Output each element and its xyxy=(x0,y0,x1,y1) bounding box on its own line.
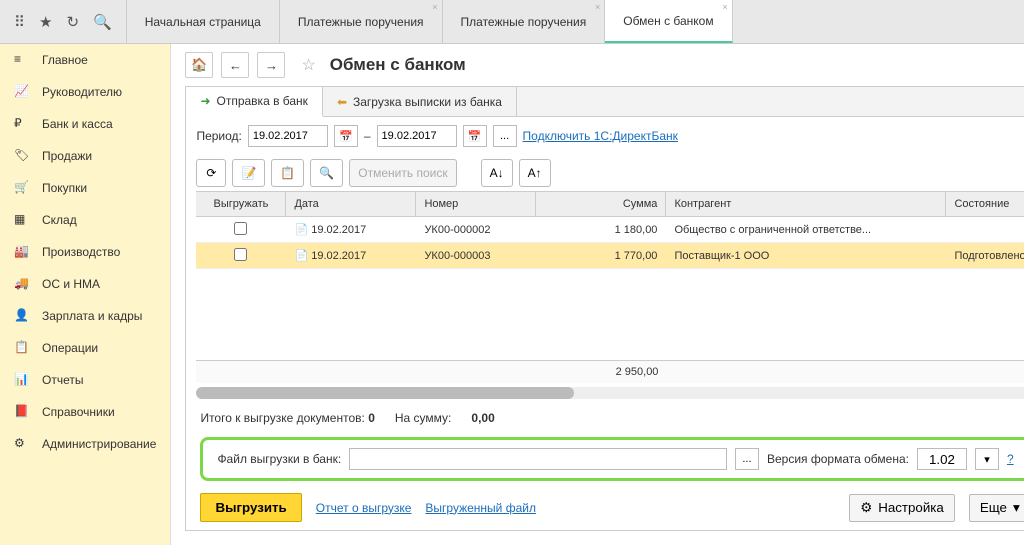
favorite-icon[interactable]: ☆ xyxy=(301,55,315,75)
edit-button[interactable]: 📝 xyxy=(232,159,265,187)
file-browse-button[interactable]: ... xyxy=(735,448,759,470)
period-picker-button[interactable]: ... xyxy=(493,125,517,147)
chart-icon: 📈 xyxy=(14,84,30,100)
more-button[interactable]: Еще ▾ xyxy=(969,494,1024,522)
gear-icon: ⚙ xyxy=(14,436,30,452)
top-bar: ⠿ ★ ↻ 🔍 Начальная страница Платежные пор… xyxy=(0,0,1024,44)
search-icon[interactable]: 🔍 xyxy=(93,13,112,31)
format-dropdown-button[interactable]: ▾ xyxy=(975,448,999,470)
report-icon: 📊 xyxy=(14,372,30,388)
col-agent[interactable]: Контрагент xyxy=(666,192,946,216)
history-icon[interactable]: ↻ xyxy=(66,13,79,31)
col-sum[interactable]: Сумма xyxy=(536,192,666,216)
sidebar-item-main[interactable]: ≡Главное xyxy=(0,44,170,76)
cart-icon: 🛒 xyxy=(14,180,30,196)
sidebar-item-production[interactable]: 🏭Производство xyxy=(0,236,170,268)
sidebar-item-manager[interactable]: 📈Руководителю xyxy=(0,76,170,108)
help-link[interactable]: ? xyxy=(1007,452,1014,466)
person-icon: 👤 xyxy=(14,308,30,324)
sidebar-item-sales[interactable]: 🏷Продажи xyxy=(0,140,170,172)
close-icon[interactable]: × xyxy=(595,2,600,12)
file-label: Файл выгрузки в банк: xyxy=(217,452,341,466)
factory-icon: 🏭 xyxy=(14,244,30,260)
apps-icon[interactable]: ⠿ xyxy=(14,13,25,31)
sidebar-item-admin[interactable]: ⚙Администрирование xyxy=(0,428,170,460)
file-path-input[interactable] xyxy=(349,448,727,470)
menu-icon: ≡ xyxy=(14,52,30,68)
subtab-load[interactable]: ⬅Загрузка выписки из банка xyxy=(323,87,517,116)
file-export-row: Файл выгрузки в банк: ... Версия формата… xyxy=(200,437,1024,481)
top-tabs: Начальная страница Платежные поручения× … xyxy=(126,0,733,43)
calendar-from-button[interactable]: 📅 xyxy=(334,125,358,147)
tab-payments-1[interactable]: Платежные поручения× xyxy=(280,0,443,43)
sidebar-item-warehouse[interactable]: ▦Склад xyxy=(0,204,170,236)
boxes-icon: ▦ xyxy=(14,212,30,228)
copy-button[interactable]: 📋 xyxy=(271,159,304,187)
grid-total: 2 950,00 xyxy=(536,361,666,383)
refresh-button[interactable]: ⟳ xyxy=(196,159,226,187)
col-export[interactable]: Выгружать xyxy=(196,192,286,216)
data-grid: Выгружать Дата Номер Сумма Контрагент Со… xyxy=(196,191,1024,383)
horizontal-scrollbar[interactable] xyxy=(196,387,1024,399)
calendar-to-button[interactable]: 📅 xyxy=(463,125,487,147)
find-button[interactable]: 🔍 xyxy=(310,159,343,187)
settings-button[interactable]: ⚙Настройка xyxy=(849,494,955,522)
home-button[interactable]: 🏠 xyxy=(185,52,213,78)
tab-bank-exchange[interactable]: Обмен с банком× xyxy=(605,0,732,43)
row-checkbox[interactable] xyxy=(234,248,247,261)
tab-payments-2[interactable]: Платежные поручения× xyxy=(443,0,606,43)
star-icon[interactable]: ★ xyxy=(39,13,52,31)
cancel-search-button[interactable]: Отменить поиск xyxy=(349,159,456,187)
table-row[interactable]: 📄 19.02.2017 УК00-000002 1 180,00 Общест… xyxy=(196,217,1024,243)
row-checkbox[interactable] xyxy=(234,222,247,235)
sidebar-item-reports[interactable]: 📊Отчеты xyxy=(0,364,170,396)
page-title: Обмен с банком xyxy=(330,55,466,75)
col-date[interactable]: Дата xyxy=(286,192,416,216)
forward-button[interactable]: → xyxy=(257,52,285,78)
sidebar: ≡Главное 📈Руководителю ₽Банк и касса 🏷Пр… xyxy=(0,44,171,545)
tab-home[interactable]: Начальная страница xyxy=(126,0,280,43)
back-button[interactable]: ← xyxy=(221,52,249,78)
direct-bank-link[interactable]: Подключить 1С:ДиректБанк xyxy=(523,129,678,143)
truck-icon: 🚚 xyxy=(14,276,30,292)
arrow-right-icon: ➜ xyxy=(200,94,210,108)
gear-icon: ⚙ xyxy=(860,500,872,516)
format-version-input[interactable] xyxy=(917,448,967,470)
period-label: Период: xyxy=(196,129,241,143)
ruble-icon: ₽ xyxy=(14,116,30,132)
sidebar-item-bank[interactable]: ₽Банк и касса xyxy=(0,108,170,140)
export-button[interactable]: Выгрузить xyxy=(200,493,301,522)
sort-asc-button[interactable]: A↓ xyxy=(481,159,513,187)
close-icon[interactable]: × xyxy=(722,2,727,12)
sidebar-item-assets[interactable]: 🚚ОС и НМА xyxy=(0,268,170,300)
report-link[interactable]: Отчет о выгрузке xyxy=(316,501,412,515)
col-state[interactable]: Состояние xyxy=(946,192,1024,216)
close-icon[interactable]: × xyxy=(432,2,437,12)
book-icon: 📕 xyxy=(14,404,30,420)
table-row[interactable]: 📄 19.02.2017 УК00-000003 1 770,00 Постав… xyxy=(196,243,1024,269)
format-label: Версия формата обмена: xyxy=(767,452,909,466)
page-header: 🏠 ← → ☆ Обмен с банком × xyxy=(171,44,1024,86)
ledger-icon: 📋 xyxy=(14,340,30,356)
exported-file-link[interactable]: Выгруженный файл xyxy=(425,501,536,515)
sidebar-item-salary[interactable]: 👤Зарплата и кадры xyxy=(0,300,170,332)
arrow-left-icon: ⬅ xyxy=(337,95,347,109)
sidebar-item-directories[interactable]: 📕Справочники xyxy=(0,396,170,428)
sidebar-item-purchases[interactable]: 🛒Покупки xyxy=(0,172,170,204)
sidebar-item-operations[interactable]: 📋Операции xyxy=(0,332,170,364)
date-to-input[interactable] xyxy=(377,125,457,147)
tag-icon: 🏷 xyxy=(14,148,30,164)
sort-desc-button[interactable]: A↑ xyxy=(519,159,551,187)
date-from-input[interactable] xyxy=(248,125,328,147)
subtab-send[interactable]: ➜Отправка в банк xyxy=(186,87,323,117)
subtabs: ➜Отправка в банк ⬅Загрузка выписки из ба… xyxy=(186,87,1024,117)
col-number[interactable]: Номер xyxy=(416,192,536,216)
